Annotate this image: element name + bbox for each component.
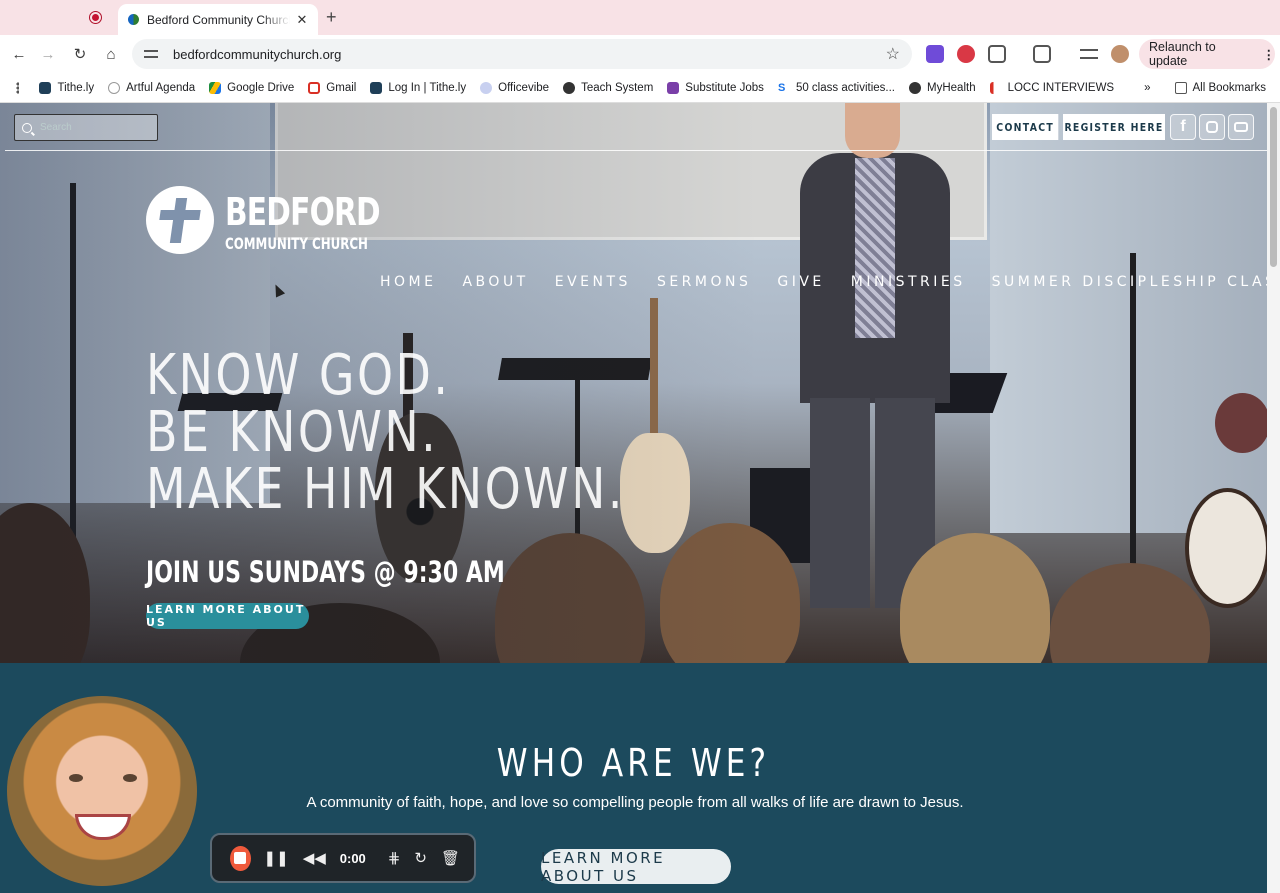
recording-indicator-icon — [89, 11, 102, 24]
restart-icon[interactable]: ↻ — [414, 849, 427, 867]
tab-title: Bedford Community Church — [147, 12, 290, 27]
address-bar[interactable]: bedfordcommunitychurch.org ☆ — [132, 39, 912, 69]
url-text: bedfordcommunitychurch.org — [173, 46, 342, 62]
church-logo[interactable]: BEDFORD COMMUNITY CHURCH — [146, 186, 396, 256]
page-scrollbar[interactable] — [1267, 103, 1280, 893]
all-bookmarks-button[interactable]: All Bookmarks — [1174, 81, 1266, 94]
instagram-icon[interactable] — [1199, 114, 1225, 140]
screen-recorder-bar: ❚❚ ◀◀ 0:00 ⋕ ↻ 🗑 — [210, 833, 476, 883]
apps-grid-icon[interactable] — [16, 81, 20, 94]
bookmark-item[interactable]: Substitute Jobs — [667, 81, 764, 94]
browser-toolbar: ← → ↻ ⌂ bedfordcommunitychurch.org ☆ Rel… — [0, 35, 1280, 73]
tagline-line-2: BE KNOWN. — [146, 400, 439, 465]
extensions-puzzle-icon[interactable] — [988, 45, 1006, 63]
hero-section: Search CONTACT REGISTER HERE f BEDFORD C… — [0, 103, 1267, 663]
who-are-we-section: WHO ARE WE? A community of faith, hope, … — [0, 663, 1267, 893]
section-title: WHO ARE WE? — [496, 741, 771, 785]
contact-button[interactable]: CONTACT — [992, 114, 1059, 140]
nav-summer-discipleship-classes[interactable]: SUMMER DISCIPLESHIP CLASSES — [992, 274, 1267, 290]
logo-subtitle: COMMUNITY CHURCH — [225, 234, 368, 253]
nav-give[interactable]: GIVE — [777, 274, 824, 290]
extension-icon[interactable] — [926, 45, 944, 63]
rewind-icon[interactable]: ◀◀ — [303, 849, 326, 867]
tab-search-icon[interactable] — [1033, 45, 1051, 63]
scrollbar-thumb[interactable] — [1270, 107, 1277, 267]
relaunch-label: Relaunch to update — [1149, 40, 1216, 68]
register-button[interactable]: REGISTER HERE — [1063, 114, 1165, 140]
new-tab-icon[interactable]: + — [326, 7, 337, 28]
bookmark-item[interactable]: Artful Agenda — [108, 81, 195, 94]
bookmark-item[interactable]: Tithe.ly — [39, 81, 94, 94]
bookmark-item[interactable]: Gmail — [308, 81, 356, 94]
bookmark-item[interactable]: Teach System — [563, 81, 653, 94]
pause-icon[interactable]: ❚❚ — [264, 849, 289, 867]
search-input[interactable]: Search — [14, 114, 158, 141]
section-text: A community of faith, hope, and love so … — [306, 794, 964, 811]
search-placeholder: Search — [40, 122, 72, 133]
reading-list-icon[interactable] — [1080, 49, 1098, 59]
service-time: JOIN US SUNDAYS @ 9:30 AM — [146, 555, 505, 589]
profile-avatar[interactable] — [1111, 45, 1129, 63]
nav-ministries[interactable]: MINISTRIES — [851, 274, 966, 290]
pastor-photo — [7, 696, 197, 886]
bookmark-item[interactable]: Google Drive — [209, 81, 294, 94]
bookmarks-bar: Tithe.ly Artful Agenda Google Drive Gmai… — [0, 73, 1280, 103]
site-favicon-icon — [128, 14, 139, 25]
grid-icon[interactable]: ⋕ — [388, 849, 401, 867]
facebook-icon[interactable]: f — [1170, 114, 1196, 140]
stop-recording-icon[interactable] — [230, 845, 251, 871]
web-page: Search CONTACT REGISTER HERE f BEDFORD C… — [0, 103, 1267, 893]
forward-icon[interactable]: → — [37, 43, 59, 65]
search-icon — [22, 122, 32, 133]
nav-home[interactable]: HOME — [380, 274, 436, 290]
site-settings-icon[interactable] — [144, 47, 158, 61]
nav-sermons[interactable]: SERMONS — [657, 274, 751, 290]
home-icon[interactable]: ⌂ — [100, 43, 122, 65]
who-learn-more-button[interactable]: LEARN MORE ABOUT US — [541, 849, 731, 885]
trash-icon[interactable]: 🗑 — [441, 849, 460, 867]
bookmark-item[interactable]: LOCC INTERVIEWS — [989, 81, 1114, 94]
recording-time: 0:00 — [339, 850, 366, 866]
hero-learn-more-button[interactable]: LEARN MORE ABOUT US — [146, 603, 309, 629]
cross-logo-icon — [146, 186, 214, 254]
extension-badge-icon[interactable] — [957, 45, 975, 63]
main-nav: HOME ABOUT EVENTS SERMONS GIVE MINISTRIE… — [380, 274, 1267, 290]
hero-tagline: KNOW GOD. BE KNOWN. MAKE HIM KNOWN. — [146, 347, 625, 518]
youtube-icon[interactable] — [1228, 114, 1254, 140]
bookmark-item[interactable]: Officevibe — [480, 81, 549, 94]
tab-close-icon[interactable]: ✕ — [294, 12, 310, 28]
logo-name: BEDFORD — [225, 190, 381, 234]
nav-events[interactable]: EVENTS — [555, 274, 631, 290]
menu-dots-icon[interactable]: ⋮ — [1263, 47, 1276, 62]
back-icon[interactable]: ← — [8, 43, 30, 65]
relaunch-button[interactable]: Relaunch to update ⋮ — [1139, 39, 1275, 69]
bookmark-item[interactable]: Log In | Tithe.ly — [370, 81, 466, 94]
tagline-line-3: MAKE HIM KNOWN. — [146, 457, 625, 522]
bookmark-item[interactable]: MyHealth — [909, 81, 976, 94]
nav-about[interactable]: ABOUT — [462, 274, 528, 290]
browser-tab[interactable]: Bedford Community Church ✕ — [118, 4, 318, 35]
tab-strip: Bedford Community Church ✕ + — [0, 0, 1280, 35]
bookmark-item[interactable]: S 50 class activities... — [777, 81, 895, 94]
more-bookmarks-icon[interactable]: » — [1144, 82, 1150, 94]
reload-icon[interactable]: ↻ — [69, 43, 91, 65]
tagline-line-1: KNOW GOD. — [146, 343, 451, 408]
bookmark-star-icon[interactable]: ☆ — [886, 44, 900, 64]
